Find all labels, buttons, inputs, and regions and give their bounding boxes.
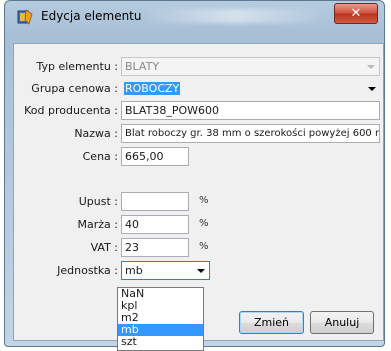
chevron-down-icon bbox=[367, 65, 375, 69]
kod-producenta-field[interactable]: BLAT38_POW600 bbox=[121, 101, 380, 120]
window-title: Edycja elementu bbox=[41, 9, 142, 23]
title-bar[interactable]: Edycja elementu ✕ bbox=[5, 1, 384, 31]
grupa-cenowa-label: Grupa cenowa : bbox=[31, 82, 118, 95]
chevron-down-icon bbox=[197, 269, 205, 273]
grupa-cenowa-combo[interactable]: ROBOCZY bbox=[124, 79, 380, 98]
typ-elementu-value: BLATY bbox=[125, 60, 160, 73]
upust-unit: % bbox=[199, 195, 209, 206]
upust-label: Upust : bbox=[78, 195, 118, 208]
vat-field[interactable]: 23 bbox=[121, 238, 189, 257]
grupa-cenowa-value: ROBOCZY bbox=[124, 82, 181, 95]
dropdown-option[interactable]: szt bbox=[118, 336, 203, 348]
kod-producenta-label: Kod producenta : bbox=[24, 104, 118, 117]
close-button[interactable]: ✕ bbox=[334, 3, 378, 24]
upust-field[interactable] bbox=[121, 192, 189, 211]
marza-label: Marża : bbox=[77, 218, 118, 231]
marza-unit: % bbox=[199, 218, 209, 229]
marza-field[interactable]: 40 bbox=[121, 215, 189, 234]
cena-label: Cena : bbox=[82, 150, 118, 163]
title-bar-blur bbox=[145, 9, 325, 23]
jednostka-label: Jednostka : bbox=[57, 264, 118, 277]
zmien-button[interactable]: Zmień bbox=[239, 311, 304, 334]
app-icon bbox=[17, 9, 33, 25]
jednostka-combo[interactable]: mb bbox=[121, 261, 210, 280]
chevron-down-icon bbox=[368, 87, 376, 91]
nazwa-label: Nazwa : bbox=[74, 127, 118, 140]
cena-field[interactable]: 665,00 bbox=[121, 147, 189, 166]
vat-label: VAT : bbox=[90, 241, 118, 254]
typ-elementu-label: Typ elementu : bbox=[36, 60, 118, 73]
typ-elementu-combo[interactable]: BLATY bbox=[121, 57, 380, 76]
anuluj-button[interactable]: Anuluj bbox=[310, 311, 374, 334]
jednostka-dropdown-list[interactable]: NaN kpl m2 mb szt bbox=[117, 287, 204, 351]
nazwa-field[interactable]: Blat roboczy gr. 38 mm o szerokości powy… bbox=[121, 124, 380, 143]
vat-unit: % bbox=[199, 241, 209, 252]
close-icon: ✕ bbox=[350, 6, 362, 21]
jednostka-value: mb bbox=[125, 264, 143, 277]
